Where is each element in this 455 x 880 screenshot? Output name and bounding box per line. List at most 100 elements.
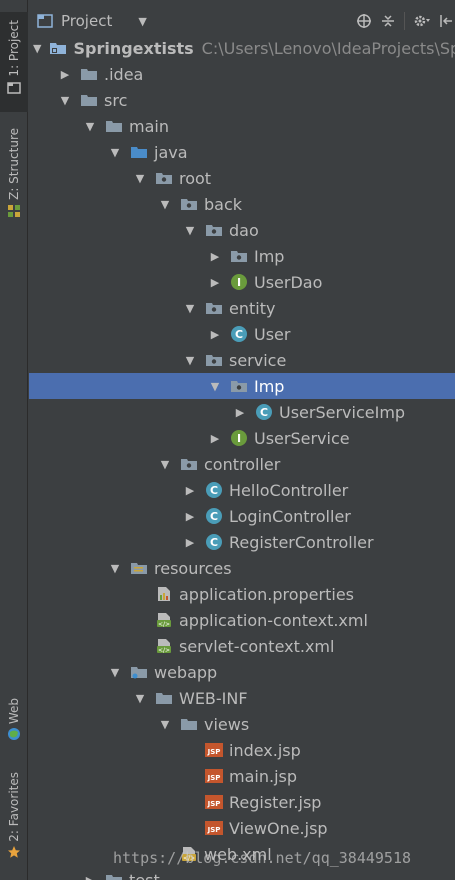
tree-row-web-inf[interactable]: ▼ WEB-INF [29,685,455,711]
tree-row-userservice[interactable]: ▶ I UserService [29,425,455,451]
tree-row-main-jsp[interactable]: JSP main.jsp [29,763,455,789]
tree-node-label: application.properties [179,584,354,604]
collapse-arrow-right-icon[interactable]: ▶ [183,509,197,523]
tree-row-src[interactable]: ▼ src [29,87,455,113]
expand-arrow-down-icon[interactable]: ▼ [33,41,41,55]
tree-row-root[interactable]: ▼ root [29,165,455,191]
package-icon [230,378,248,394]
tree-row-register-jsp[interactable]: JSP Register.jsp [29,789,455,815]
tree-row-webapp[interactable]: ▼ webapp [29,659,455,685]
tree-node-label: back [204,194,243,214]
expand-arrow-down-icon[interactable]: ▼ [158,457,172,471]
tree-node-label: Register.jsp [229,792,322,812]
tree-row-back[interactable]: ▼ back [29,191,455,217]
collapse-arrow-right-icon[interactable]: ▶ [208,431,222,445]
folder-icon [155,690,173,706]
favorites-tool-tab[interactable]: 2: Favorites [0,772,28,872]
expand-arrow-down-icon[interactable]: ▼ [58,93,72,107]
tree-row-userserviceimp[interactable]: ▶ C UserServiceImp [29,399,455,425]
module-folder-icon [49,40,67,56]
tree-node-label: views [204,714,250,734]
structure-tool-icon [8,204,20,217]
tree-row-application-context-xml[interactable]: </> application-context.xml [29,607,455,633]
collapse-arrow-right-icon[interactable]: ▶ [208,327,222,341]
tree-row-service[interactable]: ▼ service [29,347,455,373]
expand-arrow-down-icon[interactable]: ▼ [108,145,122,159]
tree-row-imp[interactable]: ▶ Imp [29,243,455,269]
expand-arrow-down-icon[interactable]: ▼ [208,379,222,393]
tree-row-index-jsp[interactable]: JSP index.jsp [29,737,455,763]
package-icon [155,170,173,186]
tree-row-idea[interactable]: ▶ .idea [29,61,455,87]
tree-row-viewone-jsp[interactable]: JSP ViewOne.jsp [29,815,455,841]
tree-row-controller[interactable]: ▼ controller [29,451,455,477]
tree-node-label: servlet-context.xml [179,636,335,656]
tree-node-label: User [254,324,291,344]
class-icon: C [230,326,248,342]
tree-node-label: root [179,168,212,188]
expand-arrow-down-icon[interactable]: ▼ [158,717,172,731]
jsp-file-icon: JSP [205,742,223,758]
collapse-arrow-right-icon[interactable]: ▶ [208,275,222,289]
gear-icon[interactable] [413,13,431,29]
tree-node-label: controller [204,454,281,474]
expand-arrow-down-icon[interactable]: ▼ [183,223,197,237]
expand-arrow-down-icon[interactable]: ▼ [183,301,197,315]
collapse-arrow-right-icon[interactable]: ▶ [183,483,197,497]
project-tool-tab[interactable]: 1: Project [0,12,28,112]
view-selector-chevron-down-icon[interactable]: ▼ [138,15,146,28]
expand-arrow-down-icon[interactable]: ▼ [158,197,172,211]
tree-row-imp[interactable]: ▼ Imp [29,373,455,399]
tree-row-main[interactable]: ▼ main [29,113,455,139]
folder-icon [180,716,198,732]
tree-row-user[interactable]: ▶ C User [29,321,455,347]
tree-node-label: index.jsp [229,740,301,760]
tree-node-label: application-context.xml [179,610,368,630]
tree-row-userdao[interactable]: ▶ I UserDao [29,269,455,295]
expand-arrow-down-icon[interactable]: ▼ [108,561,122,575]
collapse-arrow-right-icon[interactable]: ▶ [83,873,97,880]
tree-node-label: LoginController [229,506,351,526]
hide-panel-icon[interactable] [439,13,453,29]
package-icon [205,352,223,368]
expand-arrow-down-icon[interactable]: ▼ [83,119,97,133]
tree-node-label: UserDao [254,272,323,292]
web-globe-icon [8,728,20,741]
expand-arrow-down-icon[interactable]: ▼ [133,171,147,185]
interface-icon: I [230,274,248,290]
spring-xml-icon: </> [155,612,173,628]
tree-row-dao[interactable]: ▼ dao [29,217,455,243]
spring-xml-icon: </> [155,638,173,654]
tree-node-label: webapp [154,662,218,682]
tree-row-resources[interactable]: ▼ resources [29,555,455,581]
tree-row-logincontroller[interactable]: ▶ C LoginController [29,503,455,529]
collapse-all-icon[interactable] [380,13,396,29]
tree-node-label: ViewOne.jsp [229,818,328,838]
scroll-from-source-icon[interactable] [356,13,372,29]
expand-arrow-down-icon[interactable]: ▼ [133,691,147,705]
tree-row-application-properties[interactable]: application.properties [29,581,455,607]
tree-row-servlet-context-xml[interactable]: </> servlet-context.xml [29,633,455,659]
package-icon [180,456,198,472]
structure-tool-tab[interactable]: Z: Structure [0,128,28,228]
tree-row-entity[interactable]: ▼ entity [29,295,455,321]
expand-arrow-down-icon[interactable]: ▼ [108,665,122,679]
tree-node-label: WEB-INF [179,688,248,708]
collapse-arrow-right-icon[interactable]: ▶ [183,535,197,549]
tree-row-java[interactable]: ▼ java [29,139,455,165]
collapse-arrow-right-icon[interactable]: ▶ [58,67,72,81]
project-view-title[interactable]: Project [61,12,112,30]
tree-row-registercontroller[interactable]: ▶ C RegisterController [29,529,455,555]
tree-row-hellocontroller[interactable]: ▶ C HelloController [29,477,455,503]
collapse-arrow-right-icon[interactable]: ▶ [208,249,222,263]
tree-row-springextists[interactable]: ▼ Springextists C:\Users\Lenovo\IdeaProjec… [29,35,455,61]
svg-text:</>: </> [158,621,170,628]
tree-row-test[interactable]: ▶ test [29,867,455,880]
collapse-arrow-right-icon[interactable]: ▶ [233,405,247,419]
web-tool-tab[interactable]: Web [0,698,28,752]
resources-folder-icon [130,560,148,576]
tree-row-views[interactable]: ▼ views [29,711,455,737]
expand-arrow-down-icon[interactable]: ▼ [183,353,197,367]
tree-node-label: Springextists [73,38,194,58]
